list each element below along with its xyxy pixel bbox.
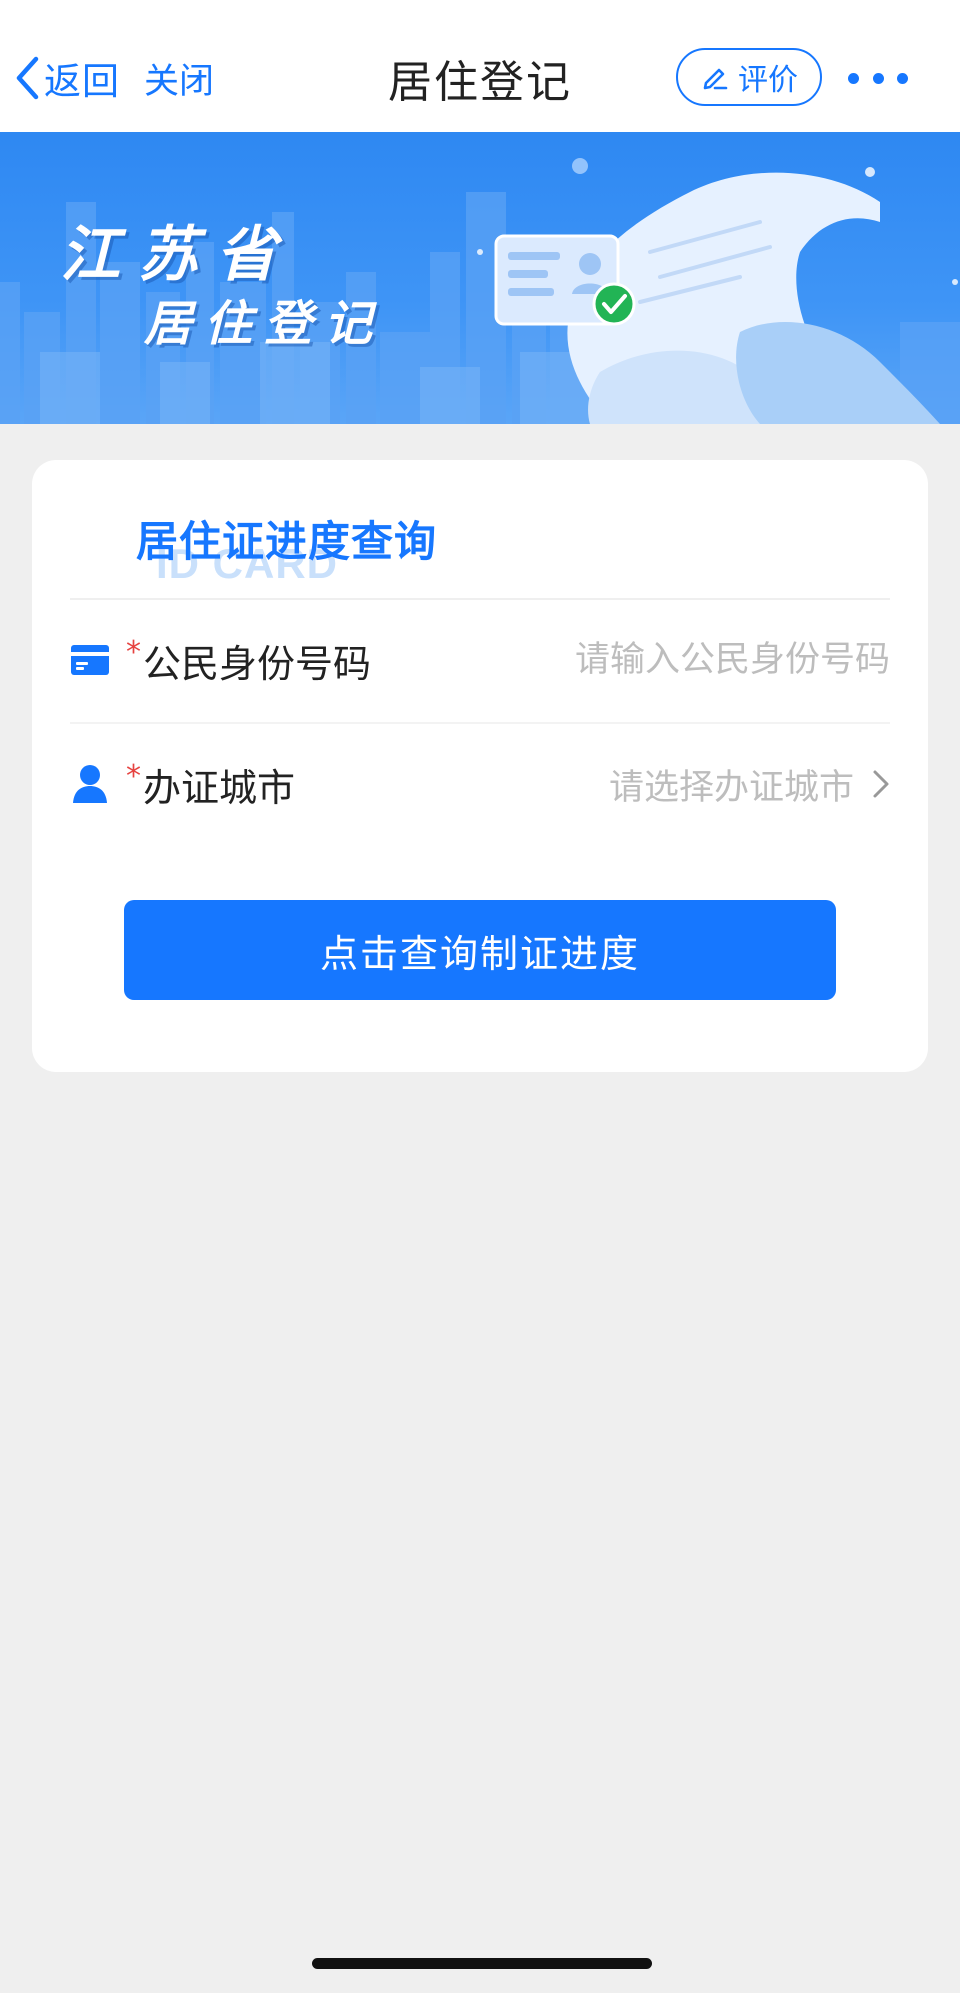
back-button[interactable]: 返回 xyxy=(14,48,120,108)
more-dot xyxy=(872,72,884,84)
id-number-input[interactable] xyxy=(510,640,890,680)
required-mark: * xyxy=(126,758,141,794)
nav-bar: 返回 关闭 居住登记 评价 xyxy=(0,0,960,132)
query-card: ID CARD 居住证进度查询 * 公民身份号码 请输入公民身份号码 * 办证城… xyxy=(32,460,928,1072)
rate-label: 评价 xyxy=(738,63,798,98)
more-dots-icon[interactable] xyxy=(848,56,908,100)
home-indicator xyxy=(312,1958,652,1969)
banner-subtitle: 居住登记 xyxy=(144,296,385,352)
page-title: 居住登记 xyxy=(388,57,572,108)
required-mark: * xyxy=(126,634,141,670)
card-title: 居住证进度查询 xyxy=(136,517,438,566)
banner: 江苏省 居住登记 xyxy=(0,132,960,424)
id-number-label: 公民身份号码 xyxy=(143,641,372,686)
city-label: 办证城市 xyxy=(143,765,296,810)
close-button[interactable]: 关闭 xyxy=(144,48,214,108)
id-number-row[interactable]: * 公民身份号码 xyxy=(70,600,890,720)
person-icon xyxy=(70,764,110,804)
more-dot xyxy=(897,72,908,84)
city-select-placeholder: 请选择办证城市 xyxy=(608,767,854,808)
city-row[interactable]: * 办证城市 请选择办证城市 xyxy=(70,724,890,844)
id-card-icon xyxy=(70,640,110,680)
rate-button[interactable]: 评价 xyxy=(676,48,822,106)
more-dot xyxy=(848,72,859,84)
card-header: ID CARD 居住证进度查询 xyxy=(106,500,506,590)
page: 返回 关闭 居住登记 评价 江苏省 居住登记 ID CARD 居住证进度查询 *… xyxy=(0,0,960,1993)
chevron-right-icon xyxy=(873,770,889,798)
back-label: 返回 xyxy=(44,60,120,103)
banner-province: 江苏省 xyxy=(60,220,294,290)
query-progress-button[interactable]: 点击查询制证进度 xyxy=(124,900,836,1000)
pencil-icon xyxy=(703,68,728,90)
city-select[interactable]: 请选择办证城市 xyxy=(609,759,890,810)
chevron-left-icon xyxy=(16,56,39,100)
